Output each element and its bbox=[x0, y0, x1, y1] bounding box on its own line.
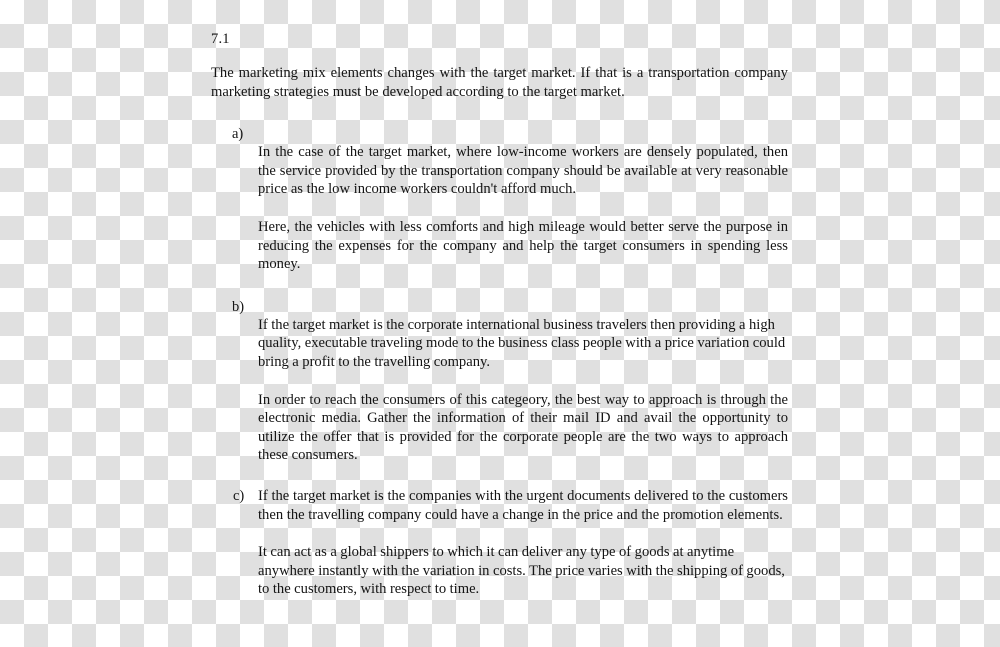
paragraph-b-2: In order to reach the consumers of this … bbox=[258, 391, 788, 464]
document-page: 7.1 The marketing mix elements changes w… bbox=[0, 0, 1000, 647]
intro-paragraph: The marketing mix elements changes with … bbox=[211, 65, 788, 100]
document-content: 7.1 The marketing mix elements changes w… bbox=[211, 30, 788, 599]
paragraph-b-1: If the target market is the corporate in… bbox=[258, 316, 786, 370]
paragraph-a-1: In the case of the target market, where … bbox=[258, 144, 788, 198]
list-marker-b: b) bbox=[232, 298, 245, 315]
list-marker-c: c) bbox=[233, 487, 245, 504]
list-item-b: b) If the target market is the corporate… bbox=[211, 298, 788, 465]
list-item-c: c) If the target market is the companies… bbox=[211, 487, 788, 599]
list-item-a: a) In the case of the target market, whe… bbox=[211, 125, 788, 274]
lettered-list: a) In the case of the target market, whe… bbox=[211, 125, 788, 599]
list-item-c-body: If the target market is the companies wi… bbox=[258, 487, 788, 599]
paragraph-a-2: Here, the vehicles with less comforts an… bbox=[258, 218, 788, 273]
list-item-a-body: In the case of the target market, where … bbox=[258, 125, 788, 274]
section-number: 7.1 bbox=[211, 31, 230, 47]
paragraph-c-2: It can act as a global shippers to which… bbox=[258, 544, 785, 598]
paragraph-c-1: If the target market is the companies wi… bbox=[258, 487, 788, 523]
list-marker-a: a) bbox=[232, 126, 244, 143]
list-item-b-body: If the target market is the corporate in… bbox=[258, 298, 788, 465]
